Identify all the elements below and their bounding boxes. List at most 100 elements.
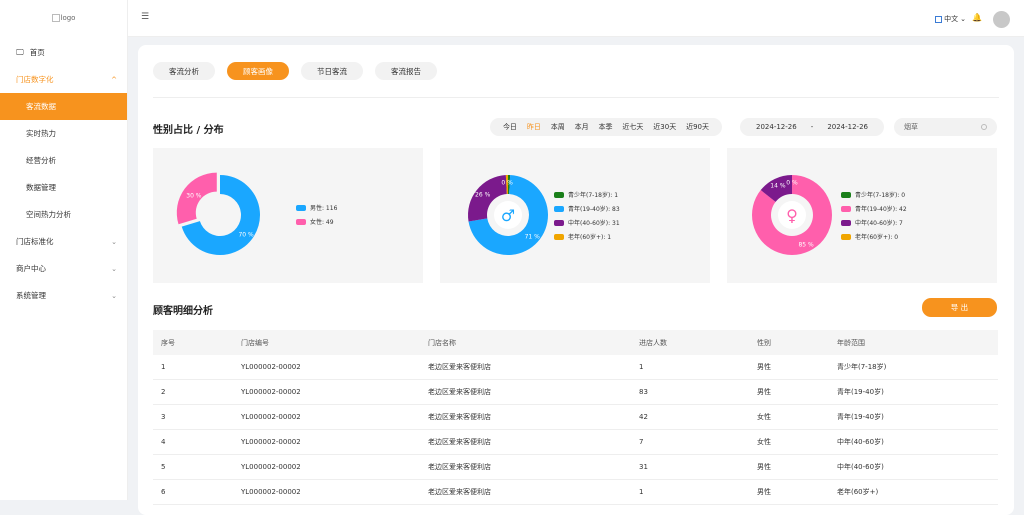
table-cell: 83 [639, 388, 648, 396]
divider [153, 97, 999, 98]
column-header: 门店名称 [428, 338, 456, 347]
logo-alt-text: logo [60, 14, 76, 22]
bell-icon[interactable]: 🔔 [972, 13, 982, 22]
gender-legend: 男性: 116 女性: 49 [296, 203, 337, 231]
table-cell: 老边区爱来客便利店 [428, 413, 491, 421]
table-cell: 男性 [757, 488, 771, 496]
table-row: 1 YL000002-00002 老边区爱来客便利店 1 男性 青少年(7-18岁) [153, 355, 998, 380]
slice-label: 0 % [786, 180, 798, 187]
legend-label: 青年(19-40岁): 42 [855, 206, 907, 213]
sidebar-item-label: 实时热力 [26, 129, 56, 138]
legend-swatch [554, 219, 564, 226]
period-last-30-days[interactable]: 近30天 [653, 122, 676, 132]
language-selector[interactable]: 中文 ⌄ [935, 14, 966, 24]
legend-label: 老年(60岁+): 0 [855, 234, 899, 241]
legend-swatch [554, 205, 564, 212]
period-this-quarter[interactable]: 本季 [599, 122, 613, 132]
period-last-90-days[interactable]: 近90天 [686, 122, 709, 132]
sidebar-item-label: 空间热力分析 [26, 210, 71, 219]
period-last-7-days[interactable]: 近七天 [622, 122, 643, 132]
clear-icon[interactable] [981, 124, 987, 130]
female-age-card: 85 % 14 % 0 % ♀ 青少年(7-18岁): 0 青年(19-40岁): 4… [727, 148, 997, 283]
slice-label: 71 % [525, 234, 541, 241]
table-cell: 3 [161, 413, 166, 421]
table-cell: 1 [639, 488, 644, 496]
sidebar-item-traffic-data[interactable]: 客流数据 [0, 93, 127, 120]
sidebar-item-business-analysis[interactable]: 经营分析 [0, 147, 127, 174]
table-cell: 青少年(7-18岁) [837, 363, 887, 371]
legend-item: 女性: 49 [296, 217, 337, 226]
sidebar-item-label: 门店数字化 [16, 75, 54, 84]
tab-traffic-analysis[interactable]: 客流分析 [153, 62, 215, 80]
sidebar-item-data-management[interactable]: 数据管理 [0, 174, 127, 201]
table-cell: 4 [161, 438, 166, 446]
translate-icon [935, 15, 943, 23]
table-cell: 42 [639, 413, 648, 421]
sidebar-item-store-digital[interactable]: 门店数字化 ^ [0, 66, 127, 93]
legend-item: 中年(40-60岁): 7 [841, 218, 907, 227]
table-cell: 中年(40-60岁) [837, 438, 884, 446]
period-this-week[interactable]: 本周 [551, 122, 565, 132]
gender-section-title: 性别占比 / 分布 [153, 125, 224, 136]
legend-label: 中年(40-60岁): 7 [855, 220, 903, 227]
export-button[interactable]: 导 出 [922, 298, 997, 317]
slice-label: 14 % [770, 183, 786, 190]
sidebar: logo 🖵 首页 门店数字化 ^ 客流数据 实时热力 经营分析 数据管理 空间热力… [0, 0, 128, 500]
legend-swatch [841, 191, 851, 198]
logo: logo [0, 0, 127, 36]
table-cell: 青年(19-40岁) [837, 388, 884, 396]
sidebar-item-realtime-heat[interactable]: 实时热力 [0, 120, 127, 147]
period-selector: 今日 昨日 本周 本月 本季 近七天 近30天 近90天 [490, 118, 722, 136]
sidebar-item-label: 系统管理 [16, 291, 46, 300]
gender-ratio-card: 70 % 30 % 男性: 116 女性: 49 [153, 148, 423, 283]
slice-label: 70 % [238, 231, 254, 238]
sidebar-item-label: 经营分析 [26, 156, 56, 165]
table-cell: YL000002-00002 [241, 413, 301, 421]
column-header: 进店人数 [639, 338, 667, 347]
tab-traffic-report[interactable]: 客流报告 [375, 62, 437, 80]
table-cell: 老边区爱来客便利店 [428, 463, 491, 471]
store-select[interactable]: 烟草 [894, 118, 997, 136]
slice-label: 26 % [475, 192, 491, 199]
store-select-value: 烟草 [904, 123, 918, 131]
legend-swatch [841, 233, 851, 240]
legend-swatch [554, 233, 564, 240]
date-range-picker[interactable]: 2024-12-26 - 2024-12-26 [740, 118, 884, 136]
table-cell: 31 [639, 463, 648, 471]
table-cell: 男性 [757, 463, 771, 471]
slice-label: 0 % [501, 180, 513, 187]
sidebar-item-label: 商户中心 [16, 264, 46, 273]
sidebar-item-store-standard[interactable]: 门店标准化 ⌄ [0, 228, 127, 255]
chevron-down-icon: ⌄ [111, 291, 117, 300]
period-today[interactable]: 今日 [503, 122, 517, 132]
sidebar-item-system[interactable]: 系统管理 ⌄ [0, 282, 127, 309]
legend-item: 青年(19-40岁): 42 [841, 204, 907, 213]
legend-item: 男性: 116 [296, 203, 337, 212]
table-cell: 1 [639, 363, 644, 371]
sidebar-item-home[interactable]: 🖵 首页 [0, 39, 127, 66]
legend-item: 青少年(7-18岁): 1 [554, 190, 620, 199]
legend-swatch [841, 205, 851, 212]
date-start[interactable]: 2024-12-26 [756, 123, 797, 131]
legend-item: 老年(60岁+): 1 [554, 232, 620, 241]
chevron-down-icon: ⌄ [960, 15, 966, 23]
legend-swatch [841, 219, 851, 226]
menu-toggle-icon[interactable]: ☰ [141, 12, 149, 22]
language-label: 中文 [944, 15, 959, 23]
sidebar-item-label: 客流数据 [26, 102, 56, 111]
sidebar-item-merchant-center[interactable]: 商户中心 ⌄ [0, 255, 127, 282]
female-icon: ♀ [786, 206, 798, 225]
monitor-icon: 🖵 [16, 47, 24, 57]
tab-customer-profile[interactable]: 顾客画像 [227, 62, 289, 80]
period-this-month[interactable]: 本月 [575, 122, 589, 132]
table-cell: 老边区爱来客便利店 [428, 438, 491, 446]
period-yesterday[interactable]: 昨日 [527, 122, 541, 132]
table-cell: 2 [161, 388, 166, 396]
tab-bar: 客流分析 顾客画像 节日客流 客流报告 [153, 62, 449, 80]
date-end[interactable]: 2024-12-26 [827, 123, 868, 131]
tab-holiday-traffic[interactable]: 节日客流 [301, 62, 363, 80]
avatar[interactable] [993, 11, 1010, 28]
sidebar-item-space-heat[interactable]: 空间热力分析 [0, 201, 127, 228]
table-cell: 中年(40-60岁) [837, 463, 884, 471]
table-cell: 老边区爱来客便利店 [428, 488, 491, 496]
